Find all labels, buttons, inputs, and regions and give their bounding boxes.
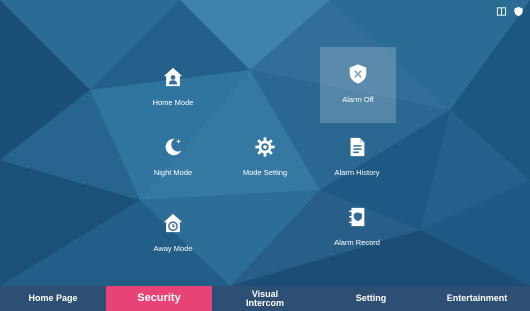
home-mode-button[interactable]: Home Mode	[128, 58, 218, 128]
night-mode-button[interactable]: Night Mode	[128, 128, 218, 198]
document-icon	[346, 136, 368, 158]
door-icon	[496, 6, 507, 17]
gear-icon	[254, 136, 276, 158]
status-bar	[496, 6, 524, 17]
alarm-off-button[interactable]: Alarm Off	[320, 47, 396, 123]
alarm-record-button[interactable]: Alarm Record	[312, 198, 402, 268]
home-clock-icon	[162, 212, 184, 234]
bottom-nav: Home Page Security Visual Intercom Setti…	[0, 286, 530, 311]
moon-icon	[162, 136, 184, 158]
alarm-history-button[interactable]: Alarm History	[312, 128, 402, 198]
tab-setting[interactable]: Setting	[318, 286, 424, 311]
alarm-history-label: Alarm History	[334, 168, 380, 177]
tab-visual-intercom[interactable]: Visual Intercom	[212, 286, 318, 311]
shield-x-icon	[347, 63, 369, 85]
tab-entertainment[interactable]: Entertainment	[424, 286, 530, 311]
tab-home-page[interactable]: Home Page	[0, 286, 106, 311]
home-person-icon	[162, 66, 184, 88]
shield-icon	[513, 6, 524, 17]
home-mode-label: Home Mode	[152, 98, 194, 107]
record-book-icon	[346, 206, 368, 228]
alarm-record-label: Alarm Record	[334, 238, 380, 247]
tab-security[interactable]: Security	[106, 286, 212, 311]
security-screen: Home Mode Alarm Off Night Mode Mode Sett…	[0, 0, 530, 311]
night-mode-label: Night Mode	[153, 168, 193, 177]
mode-setting-button[interactable]: Mode Setting	[220, 128, 310, 198]
mode-setting-label: Mode Setting	[242, 168, 288, 177]
away-mode-label: Away Mode	[153, 244, 193, 253]
alarm-off-label: Alarm Off	[342, 95, 374, 104]
away-mode-button[interactable]: Away Mode	[128, 204, 218, 274]
